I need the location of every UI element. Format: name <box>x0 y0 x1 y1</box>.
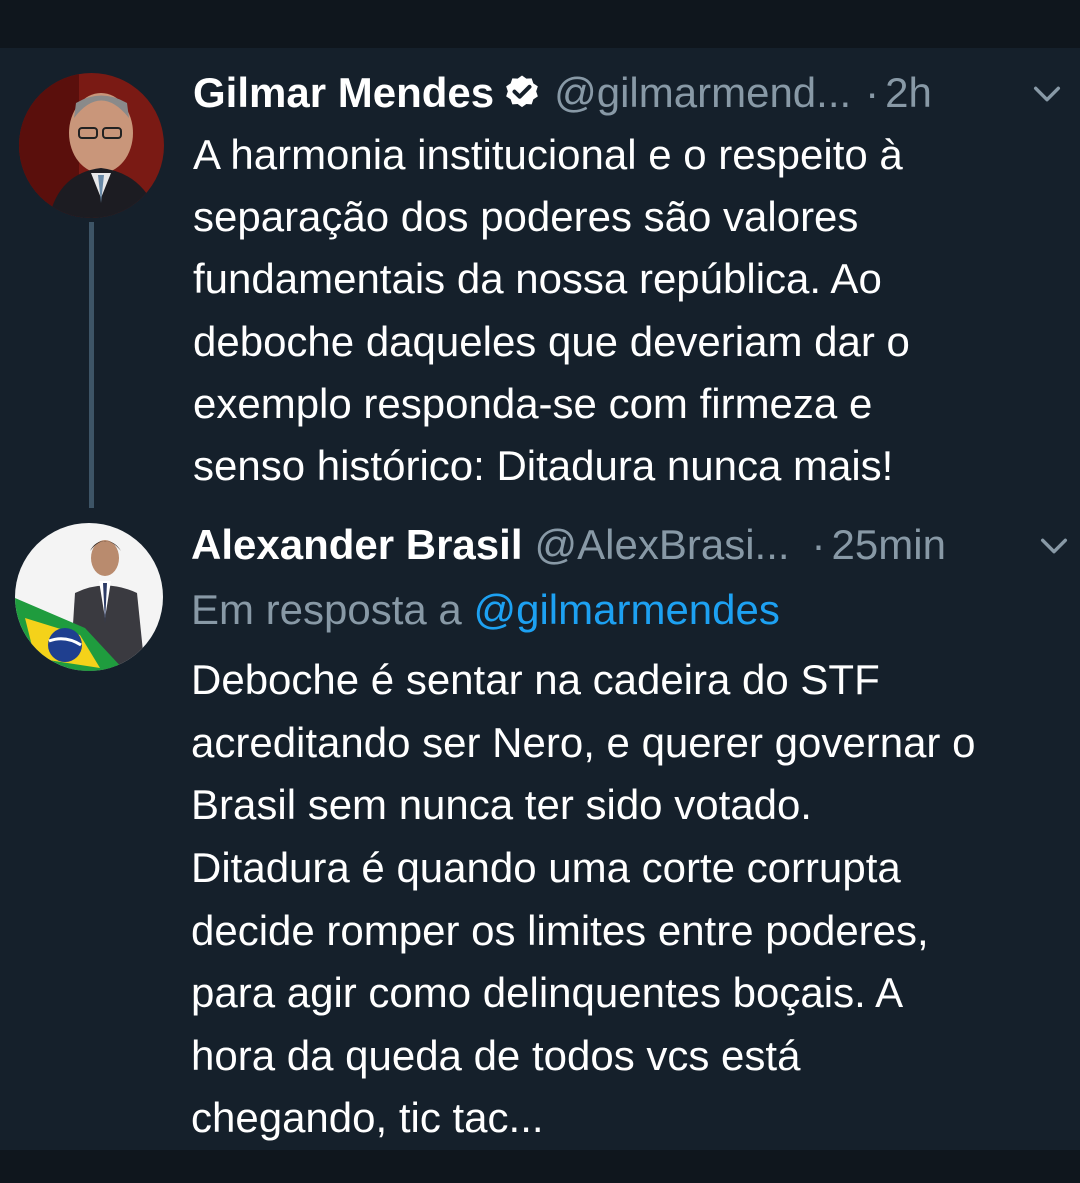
tweet-header: Alexander Brasil @AlexBrasi... · 25min <box>191 520 946 570</box>
reply-prefix: Em resposta a <box>191 586 462 633</box>
reply-context: Em resposta a @gilmarmendes <box>191 585 780 635</box>
author-name[interactable]: Alexander Brasil <box>191 520 523 570</box>
tweet-text-line: decide romper os limites entre poderes, <box>191 907 929 954</box>
avatar-alexander-brasil[interactable] <box>15 523 163 671</box>
tweet-text-line: hora da queda de todos vcs está <box>191 1032 801 1079</box>
tweet-text-line: deboche daqueles que deveriam dar o <box>193 318 910 365</box>
tweet-text-line: separação dos poderes são valores <box>193 193 859 240</box>
bottom-bar <box>0 1150 1080 1183</box>
tweet-text-line: senso histórico: Ditadura nunca mais! <box>193 442 894 489</box>
tweet-text-line: Deboche é sentar na cadeira do STF <box>191 656 880 703</box>
avatar-gilmar-mendes[interactable] <box>19 73 164 218</box>
avatar-image <box>19 73 164 218</box>
tweet-header: Gilmar Mendes @gilmarmend... · 2h <box>193 68 932 118</box>
tweet-text-line: para agir como delinquentes boçais. A <box>191 969 904 1016</box>
avatar-image <box>15 523 163 671</box>
tweet-timestamp[interactable]: 25min <box>832 520 946 570</box>
tweet-text-line: exemplo responda-se com firmeza e <box>193 380 873 427</box>
tweet-text-line: A harmonia institucional e o respeito à <box>193 131 903 178</box>
author-name[interactable]: Gilmar Mendes <box>193 68 494 118</box>
author-handle[interactable]: @gilmarmend... <box>554 68 851 118</box>
chevron-down-icon[interactable] <box>1030 77 1064 111</box>
thread-connector-line <box>89 222 94 508</box>
tweet-text-line: Brasil sem nunca ter sido votado. <box>191 781 812 828</box>
author-handle[interactable]: @AlexBrasi... <box>535 520 790 570</box>
verified-badge-icon <box>506 75 538 108</box>
tweet-timestamp[interactable]: 2h <box>885 68 932 118</box>
tweet-text-line: acreditando ser Nero, e querer governar … <box>191 719 976 766</box>
chevron-down-icon[interactable] <box>1037 529 1071 563</box>
tweet-text-line: chegando, tic tac... <box>191 1094 544 1141</box>
separator-dot: · <box>865 69 880 116</box>
tweet-text-line: fundamentais da nossa república. Ao <box>193 255 882 302</box>
status-bar <box>0 0 1080 48</box>
tweet-text-line: Ditadura é quando uma corte corrupta <box>191 844 901 891</box>
separator-dot: · <box>811 521 826 568</box>
reply-mention-link[interactable]: @gilmarmendes <box>473 586 779 633</box>
